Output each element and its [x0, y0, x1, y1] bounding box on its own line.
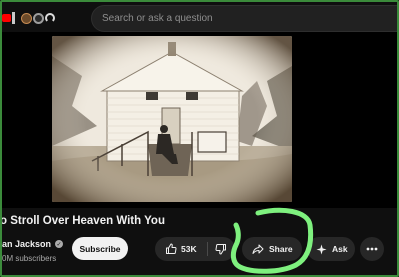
like-count: 53K	[181, 244, 197, 254]
channel-name[interactable]: an Jackson ✓	[2, 239, 64, 249]
like-dislike-group: 53K	[155, 237, 235, 261]
video-frame	[52, 36, 292, 202]
youtube-logo-icon[interactable]	[2, 14, 11, 22]
share-icon	[252, 243, 264, 255]
tab-icon[interactable]	[33, 12, 44, 24]
ask-button[interactable]: Ask	[307, 237, 355, 261]
search-input[interactable]: Search or ask a question	[91, 5, 397, 32]
video-player[interactable]	[2, 32, 397, 208]
share-button[interactable]: Share	[242, 237, 302, 261]
channel-name-text[interactable]: an Jackson	[2, 239, 51, 249]
thumbs-up-icon	[165, 243, 177, 255]
ask-label: Ask	[332, 244, 348, 254]
tab-icons	[2, 10, 55, 26]
subscribe-button[interactable]: Subscribe	[72, 237, 128, 260]
share-label: Share	[269, 244, 293, 254]
verified-check-icon: ✓	[55, 240, 64, 248]
video-title: o Stroll Over Heaven With You	[0, 215, 165, 227]
dislike-button[interactable]	[208, 237, 234, 261]
subscriber-count: 0M subscribers	[2, 254, 57, 263]
more-actions-button[interactable]	[360, 237, 384, 261]
headphones-icon[interactable]	[45, 13, 55, 23]
ellipsis-icon	[366, 247, 378, 251]
tab-icon[interactable]	[21, 12, 32, 24]
search-placeholder: Search or ask a question	[102, 13, 213, 24]
thumbs-down-icon	[215, 243, 227, 255]
like-button[interactable]: 53K	[155, 237, 197, 261]
sparkle-icon	[316, 243, 327, 255]
top-bar: Search or ask a question	[2, 2, 397, 36]
tab-icon[interactable]	[12, 12, 20, 24]
browser-window: Search or ask a question o Stroll Over H…	[0, 0, 399, 277]
chapel-photo	[52, 36, 292, 202]
